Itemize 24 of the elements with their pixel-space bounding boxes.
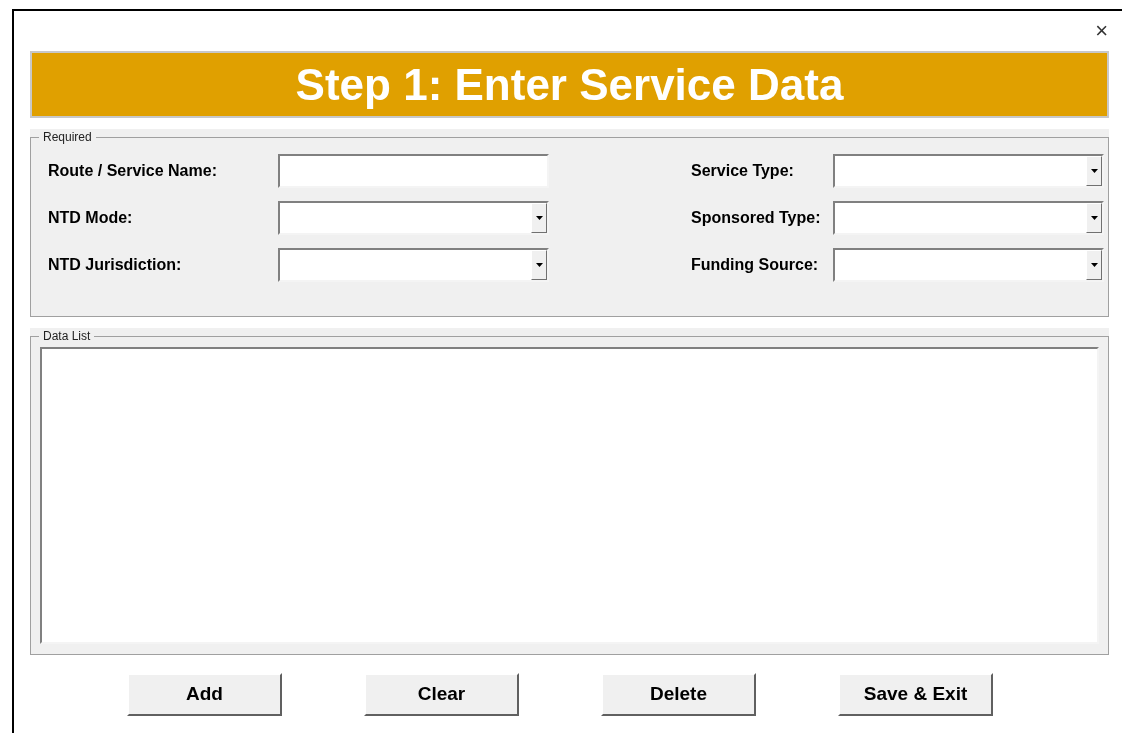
banner-title: Step 1: Enter Service Data (295, 62, 844, 107)
dropdown-field[interactable] (278, 201, 549, 235)
field-label: NTD Mode: (48, 208, 134, 228)
caret-down-icon (535, 263, 543, 267)
close-button[interactable]: × (1095, 20, 1108, 42)
group-legend: Required (39, 129, 96, 145)
caret-down-icon (1090, 169, 1098, 173)
caret-down-icon (1090, 216, 1098, 220)
field-label: Route / Service Name: (48, 161, 218, 181)
dropdown-field[interactable] (278, 248, 549, 282)
action-button[interactable]: Add (127, 673, 282, 716)
dropdown-field[interactable] (833, 248, 1104, 282)
field-label: NTD Jurisdiction: (48, 255, 183, 275)
text-input-field[interactable] (278, 154, 549, 188)
caret-down-icon (1090, 263, 1098, 267)
action-button[interactable]: Save & Exit (838, 673, 993, 716)
dropdown-field[interactable] (833, 201, 1104, 235)
action-button[interactable]: Clear (364, 673, 519, 716)
action-button[interactable]: Delete (601, 673, 756, 716)
field-label: Sponsored Type: (691, 208, 822, 228)
dropdown-field[interactable] (833, 154, 1104, 188)
field-label: Funding Source: (691, 255, 820, 275)
field-label: Service Type: (691, 161, 795, 181)
caret-down-icon (535, 216, 543, 220)
